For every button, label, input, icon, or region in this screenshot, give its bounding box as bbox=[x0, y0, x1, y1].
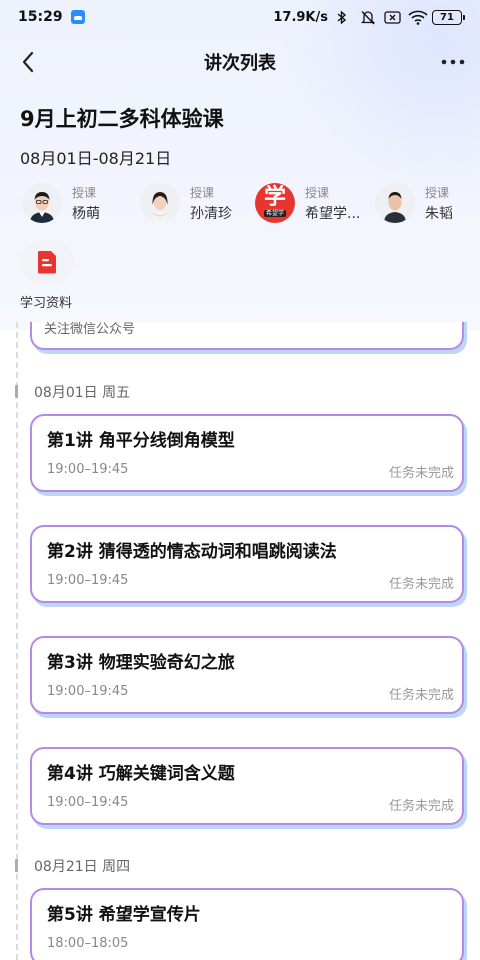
study-materials-button[interactable]: 学习资料 bbox=[20, 240, 80, 311]
mute-icon bbox=[360, 10, 376, 25]
document-icon bbox=[37, 251, 56, 274]
logo-subtext: 希望学 bbox=[263, 210, 286, 217]
wechat-follow-card[interactable]: 关注微信公众号 bbox=[30, 322, 464, 350]
lesson-card[interactable]: 第1讲 角平分线倒角模型 19:00–19:45 任务未完成 bbox=[30, 414, 464, 492]
lesson-status: 任务未完成 bbox=[388, 577, 454, 592]
date-group-label: 08月01日 周五 bbox=[34, 385, 131, 401]
lesson-title: 第3讲 物理实验奇幻之旅 bbox=[47, 653, 235, 673]
back-button[interactable] bbox=[14, 48, 42, 76]
lesson-title: 第2讲 猜得透的情态动词和唱跳阅读法 bbox=[47, 542, 337, 562]
logo-character: 学 bbox=[263, 185, 286, 210]
lesson-status: 任务未完成 bbox=[388, 466, 454, 481]
teacher-name: 希望学... bbox=[305, 205, 361, 222]
lesson-time: 19:00–19:45 bbox=[47, 462, 129, 477]
teacher-role: 授课 bbox=[425, 185, 450, 200]
lesson-status: 任务未完成 bbox=[388, 688, 454, 703]
teacher-list: 授课 杨萌 授课 孙清珍 学 希望学 授课 希望学... 授课 朱韬 bbox=[0, 183, 480, 227]
avatar bbox=[140, 183, 180, 223]
lesson-time: 19:00–19:45 bbox=[47, 795, 129, 810]
teacher-name: 朱韬 bbox=[425, 205, 453, 222]
more-button[interactable] bbox=[438, 48, 468, 76]
network-speed: 17.9K/s bbox=[273, 9, 328, 25]
course-title: 9月上初二多科体验课 bbox=[20, 107, 224, 131]
avatar bbox=[375, 183, 415, 223]
wechat-follow-text: 关注微信公众号 bbox=[44, 322, 136, 337]
teacher-item[interactable]: 授课 孙清珍 bbox=[140, 183, 232, 223]
brand-logo-avatar: 学 希望学 bbox=[255, 183, 295, 223]
lesson-status: 任务未完成 bbox=[388, 799, 454, 814]
study-materials-label: 学习资料 bbox=[20, 296, 73, 311]
wifi-icon bbox=[408, 10, 428, 25]
teacher-role: 授课 bbox=[190, 185, 215, 200]
lesson-time: 18:00–18:05 bbox=[47, 936, 129, 951]
teacher-name: 杨萌 bbox=[72, 205, 100, 222]
battery-icon: 71 bbox=[432, 9, 465, 25]
app-icon bbox=[70, 10, 85, 24]
date-marker bbox=[15, 385, 18, 398]
lesson-title: 第4讲 巧解关键词含义题 bbox=[47, 764, 235, 784]
page-title: 讲次列表 bbox=[204, 53, 276, 74]
lesson-card[interactable]: 第2讲 猜得透的情态动词和唱跳阅读法 19:00–19:45 任务未完成 bbox=[30, 525, 464, 603]
date-marker bbox=[15, 859, 18, 872]
avatar bbox=[22, 183, 62, 223]
lesson-list[interactable]: 关注微信公众号 08月01日 周五 第1讲 角平分线倒角模型 19:00–19:… bbox=[0, 322, 480, 960]
teacher-item[interactable]: 授课 朱韬 bbox=[375, 183, 453, 223]
status-time: 15:29 bbox=[18, 9, 63, 25]
lesson-time: 19:00–19:45 bbox=[47, 684, 129, 699]
lesson-card[interactable]: 第4讲 巧解关键词含义题 19:00–19:45 任务未完成 bbox=[30, 747, 464, 825]
teacher-role: 授课 bbox=[72, 185, 97, 200]
lesson-card[interactable]: 第5讲 希望学宣传片 18:00–18:05 bbox=[30, 888, 464, 960]
teacher-role: 授课 bbox=[305, 185, 330, 200]
lesson-title: 第5讲 希望学宣传片 bbox=[47, 905, 201, 925]
lesson-title: 第1讲 角平分线倒角模型 bbox=[47, 431, 235, 451]
battery-level: 71 bbox=[440, 11, 454, 23]
teacher-item[interactable]: 学 希望学 授课 希望学... bbox=[255, 183, 360, 223]
chevron-left-icon bbox=[22, 51, 34, 73]
lesson-card[interactable]: 第3讲 物理实验奇幻之旅 19:00–19:45 任务未完成 bbox=[30, 636, 464, 714]
course-date-range: 08月01日-08月21日 bbox=[20, 149, 172, 168]
nav-bar: 讲次列表 bbox=[0, 40, 480, 84]
sim-icon bbox=[384, 10, 401, 24]
teacher-item[interactable]: 授课 杨萌 bbox=[22, 183, 100, 223]
teacher-name: 孙清珍 bbox=[190, 205, 232, 222]
bluetooth-icon bbox=[336, 10, 352, 25]
date-group-label: 08月21日 周四 bbox=[34, 859, 131, 875]
lesson-time: 19:00–19:45 bbox=[47, 573, 129, 588]
status-bar: 15:29 17.9K/s 71 bbox=[0, 0, 480, 34]
study-materials-icon-wrap bbox=[20, 240, 74, 284]
more-dots-icon bbox=[441, 59, 465, 65]
